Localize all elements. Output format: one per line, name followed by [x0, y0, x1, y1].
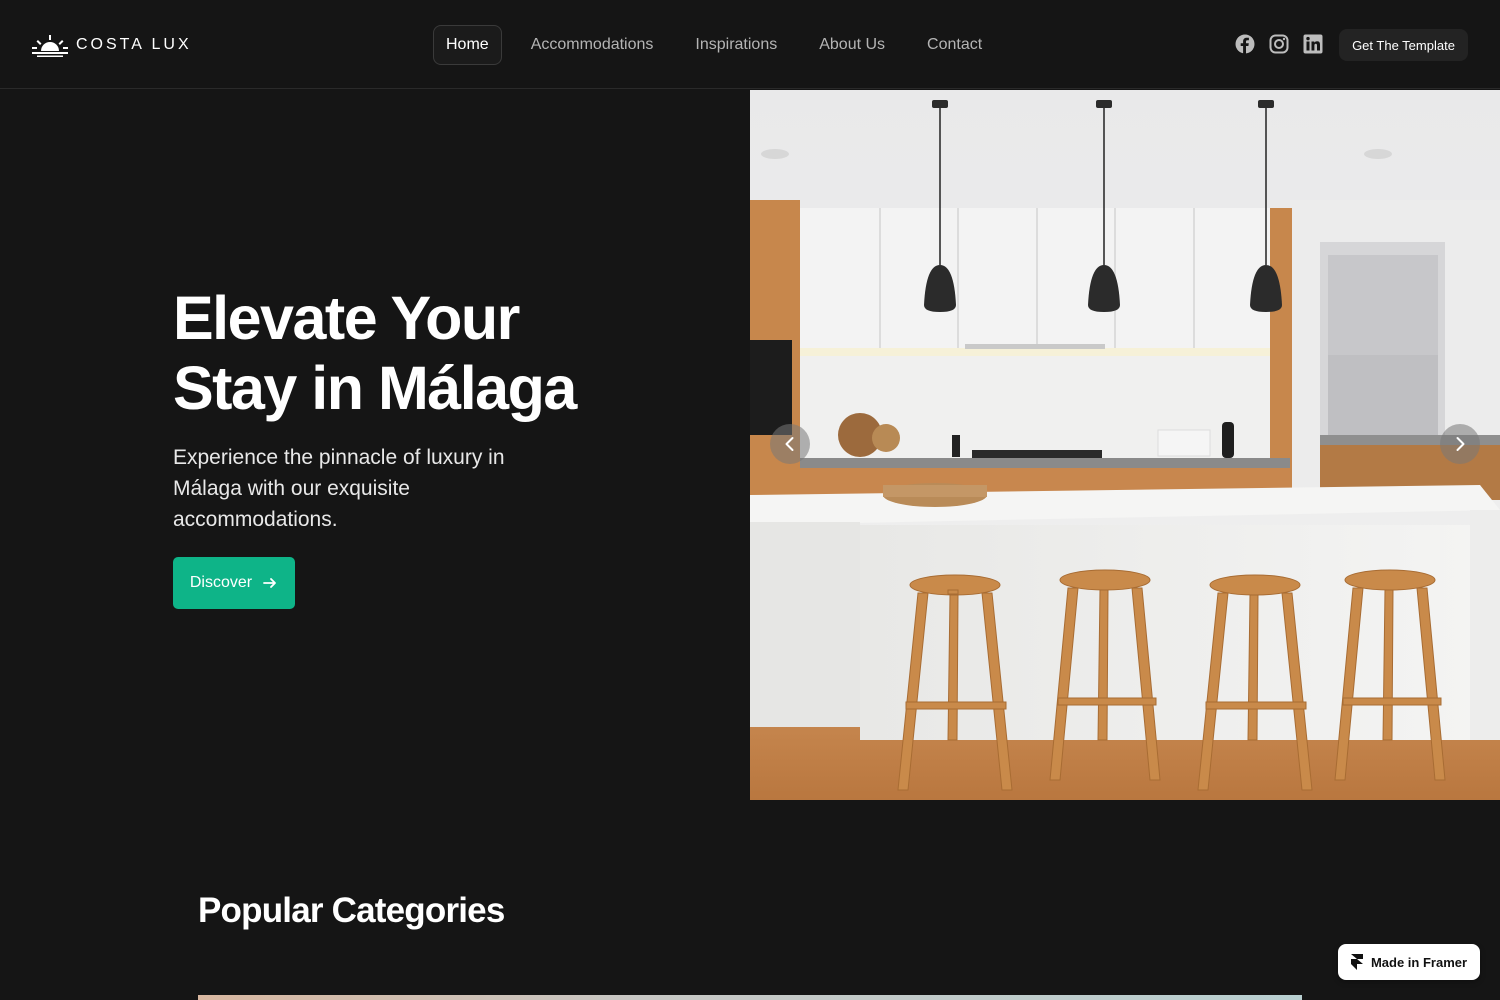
discover-button[interactable]: Discover: [173, 557, 295, 609]
get-template-button[interactable]: Get The Template: [1339, 29, 1468, 61]
main-menu: Home Accommodations Inspirations About U…: [433, 25, 1011, 65]
social-links: [1235, 34, 1323, 54]
carousel-next-button[interactable]: [1440, 424, 1480, 464]
discover-button-label: Discover: [189, 574, 253, 591]
brand-logo[interactable]: COSTA LUX: [32, 33, 192, 57]
arrow-right-icon: [263, 578, 277, 588]
brand-name: COSTA LUX: [76, 36, 192, 53]
popular-categories-heading: Popular Categories: [198, 891, 505, 930]
carousel-prev-button[interactable]: [770, 424, 810, 464]
top-navigation: COSTA LUX Home Accommodations Inspiratio…: [0, 0, 1500, 89]
instagram-icon[interactable]: [1269, 34, 1289, 54]
nav-item-accommodations[interactable]: Accommodations: [518, 25, 667, 65]
nav-item-inspirations[interactable]: Inspirations: [682, 25, 790, 65]
hero-carousel-image: [750, 90, 1500, 800]
hero-title-line-2: Stay in Málaga: [173, 354, 577, 422]
category-card-preview[interactable]: [198, 995, 1302, 1000]
made-in-framer-badge[interactable]: Made in Framer: [1338, 944, 1480, 980]
chevron-right-icon: [1456, 437, 1465, 451]
facebook-icon[interactable]: [1235, 34, 1255, 54]
sunrise-icon: [32, 35, 68, 57]
framer-icon: [1350, 954, 1363, 970]
hero-title: Elevate Your Stay in Málaga: [173, 283, 673, 423]
chevron-left-icon: [785, 437, 794, 451]
nav-item-home[interactable]: Home: [433, 25, 502, 65]
nav-item-contact[interactable]: Contact: [914, 25, 995, 65]
hero-title-line-1: Elevate Your: [173, 284, 520, 352]
nav-item-about-us[interactable]: About Us: [806, 25, 898, 65]
linkedin-icon[interactable]: [1303, 34, 1323, 54]
made-in-framer-label: Made in Framer: [1370, 954, 1468, 970]
hero-subtitle: Experience the pinnacle of luxury in Mál…: [173, 446, 505, 531]
kitchen-photo: [750, 90, 1500, 800]
